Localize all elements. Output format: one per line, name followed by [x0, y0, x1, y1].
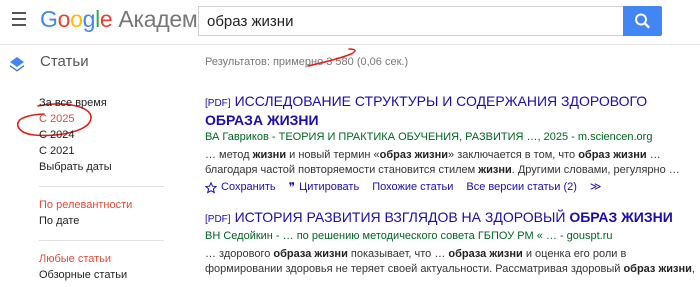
more-icon[interactable]: ≫: [590, 180, 602, 195]
quote-icon: ❞: [288, 180, 296, 194]
filter-custom-range[interactable]: Выбрать даты: [39, 159, 164, 175]
result-meta: ВА Гавриков - ТЕОРИЯ И ПРАКТИКА ОБУЧЕНИЯ…: [205, 131, 653, 143]
star-icon: [205, 181, 217, 194]
snippet-part: … здорового: [205, 248, 274, 260]
snippet-part: показывает, что …: [347, 248, 449, 260]
filter-since-2021[interactable]: С 2021: [39, 143, 164, 159]
snippet-highlight: образа жизни: [273, 248, 348, 260]
section-title: Статьи: [40, 53, 89, 70]
logo-letter: o: [70, 6, 83, 32]
search-icon: [635, 13, 650, 29]
result-title-link[interactable]: [PDF] ИСТОРИЯ РАЗВИТИЯ ВЗГЛЯДОВ НА ЗДОРОВ…: [205, 209, 695, 228]
title-highlight: ОБРАЗА ЖИЗНИ: [205, 112, 319, 128]
title-part: ИССЛЕДОВАНИЕ СТРУКТУРЫ И СОДЕРЖАНИЯ ЗДОР…: [234, 93, 648, 109]
snippet-highlight: образа жизни: [448, 248, 523, 260]
title-highlight: ОБРАЗ ЖИЗНИ: [569, 209, 673, 225]
filter-review-articles[interactable]: Обзорные статьи: [39, 267, 164, 283]
cite-label: Цитировать: [299, 181, 360, 193]
filters-sidebar: За все время С 2025 С 2024 С 2021 Выбрат…: [39, 95, 164, 283]
scholar-logo[interactable]: Google Академия: [40, 6, 222, 33]
save-label: Сохранить: [221, 181, 276, 193]
search-input[interactable]: [198, 6, 623, 36]
snippet-highlight: жизни: [252, 149, 287, 161]
search-result: [PDF] ИСТОРИЯ РАЗВИТИЯ ВЗГЛЯДОВ НА ЗДОРОВ…: [205, 209, 695, 277]
snippet-highlight: образ жизни: [623, 263, 692, 275]
top-bar: Google Академия: [0, 0, 700, 44]
logo-letter: g: [82, 6, 96, 32]
filter-any-type[interactable]: Любые статьи: [39, 251, 164, 267]
related-articles-link[interactable]: Похожие статьи: [372, 180, 453, 195]
all-versions-link[interactable]: Все версии статьи (2): [466, 180, 577, 195]
title-part: ИСТОРИЯ РАЗВИТИЯ ВЗГЛЯДОВ НА ЗДОРОВЫЙ: [234, 209, 570, 225]
result-title-link[interactable]: [PDF] ИССЛЕДОВАНИЕ СТРУКТУРЫ И СОДЕРЖАНИЯ…: [205, 93, 695, 129]
result-meta: ВН Седойкин - … по решению методического…: [205, 230, 613, 242]
pdf-tag: [PDF]: [205, 214, 231, 225]
search-button[interactable]: [623, 6, 662, 36]
snippet-part: . Другими словами, регулярно …: [511, 164, 680, 176]
search-result: [PDF] ИССЛЕДОВАНИЕ СТРУКТУРЫ И СОДЕРЖАНИЯ…: [205, 93, 695, 195]
logo-letter: o: [57, 6, 71, 32]
sort-by-relevance[interactable]: По релевантности: [39, 197, 164, 213]
snippet-part: … метод: [205, 149, 253, 161]
hamburger-icon[interactable]: [12, 12, 26, 26]
header-divider: [0, 44, 700, 45]
snippet-part: » заключается в том, что: [448, 149, 579, 161]
filter-any-time[interactable]: За все время: [39, 95, 164, 111]
sort-by-date[interactable]: По дате: [39, 213, 164, 229]
result-snippet: … метод жизни и новый термин «образ жизн…: [205, 148, 695, 178]
sidebar-divider: [39, 240, 164, 241]
results-count: Результатов: примерно 3 580 (0,06 сек.): [205, 56, 409, 68]
snippet-part: и новый термин «: [286, 149, 380, 161]
snippet-part: ,: [691, 263, 695, 275]
result-actions: Сохранить ❞ Цитировать Похожие статьи Вс…: [205, 180, 695, 195]
save-button[interactable]: Сохранить: [205, 180, 276, 195]
result-snippet: … здорового образа жизни показывает, что…: [205, 247, 695, 277]
pdf-tag: [PDF]: [205, 98, 231, 109]
cite-button[interactable]: ❞ Цитировать: [289, 180, 360, 195]
snippet-highlight: жизни: [478, 164, 512, 176]
snippet-highlight: образ жизни: [578, 149, 647, 161]
logo-letter: G: [40, 6, 58, 32]
filter-since-2024[interactable]: С 2024: [39, 127, 164, 143]
sidebar-divider: [39, 186, 164, 187]
articles-icon: [10, 57, 24, 72]
snippet-highlight: образ жизни: [379, 149, 449, 161]
filter-since-2025[interactable]: С 2025: [39, 111, 164, 127]
logo-letter: e: [99, 6, 113, 32]
